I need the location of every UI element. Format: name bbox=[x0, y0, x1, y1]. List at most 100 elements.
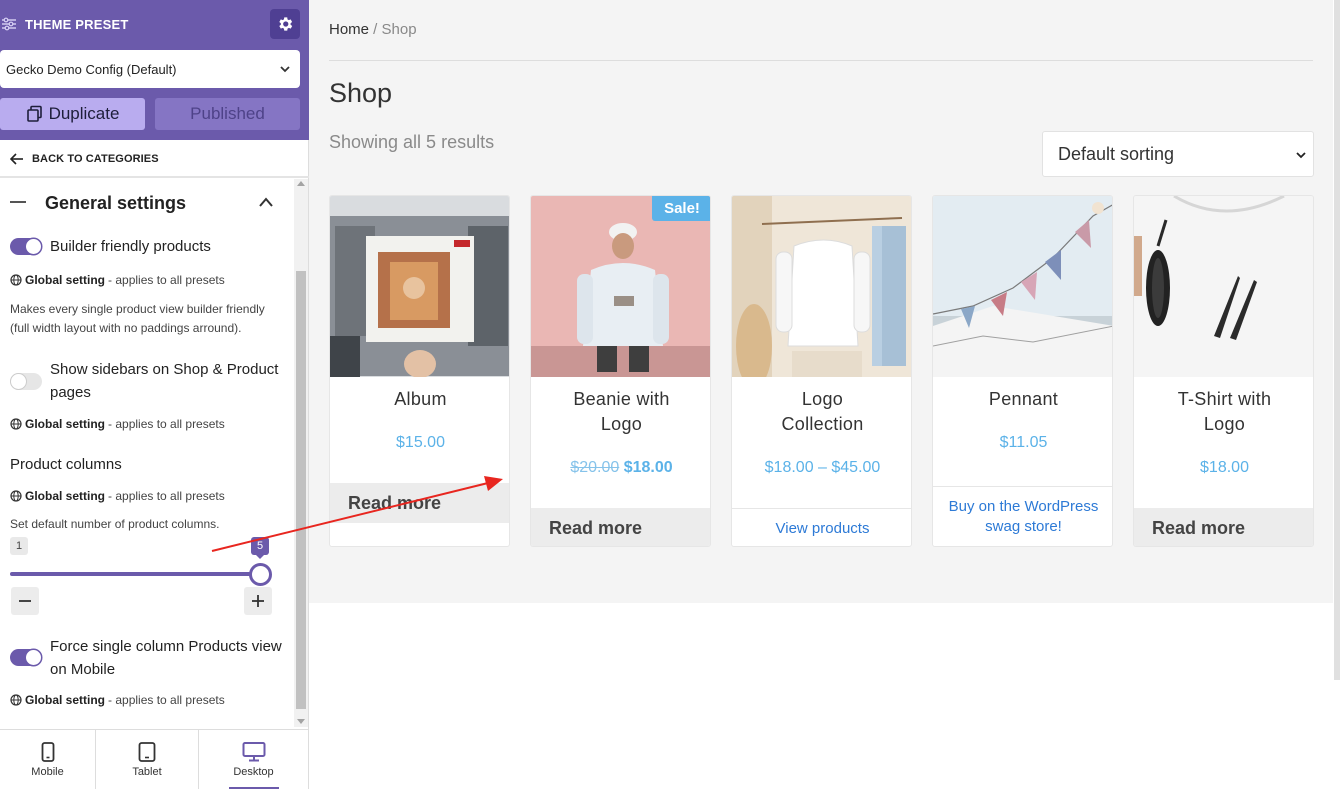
back-to-categories[interactable]: BACK TO CATEGORIES bbox=[0, 140, 309, 178]
show-sidebars-toggle[interactable] bbox=[10, 373, 42, 390]
globe-icon bbox=[10, 694, 22, 706]
view-products-link[interactable]: View products bbox=[732, 508, 911, 546]
builder-friendly-toggle[interactable] bbox=[10, 238, 42, 255]
force-single-column-label: Force single column Products view on Mob… bbox=[50, 635, 282, 681]
read-more-button[interactable]: Read more bbox=[330, 483, 509, 523]
link-line: Buy on the WordPress bbox=[948, 498, 1099, 515]
product-title[interactable]: T-Shirt with Logo bbox=[1142, 387, 1307, 437]
shop-preview: Home / Shop Shop Showing all 5 results D… bbox=[309, 0, 1333, 789]
breadcrumb: Home / Shop bbox=[329, 21, 417, 38]
breadcrumb-current: Shop bbox=[381, 21, 417, 38]
general-settings-header[interactable]: General settings bbox=[0, 179, 294, 225]
sidebar-header-panel: THEME PRESET Gecko Demo Config (Default) bbox=[0, 0, 309, 140]
product-price: $15.00 bbox=[396, 434, 445, 451]
sorting-select[interactable]: Default sorting bbox=[1042, 131, 1314, 177]
product-card-album: Album $15.00 Read more bbox=[329, 195, 510, 547]
increase-columns-button[interactable] bbox=[244, 587, 272, 615]
settings-button[interactable] bbox=[270, 9, 300, 39]
device-tablet-button[interactable]: Tablet bbox=[96, 730, 199, 789]
product-title[interactable]: Logo Collection bbox=[740, 387, 905, 437]
device-desktop-button[interactable]: Desktop bbox=[199, 730, 308, 789]
product-card-tshirt-with-logo: T-Shirt with Logo $18.00 Read more bbox=[1133, 195, 1314, 547]
breadcrumb-home-link[interactable]: Home bbox=[329, 21, 369, 38]
page-scrollbar-track[interactable] bbox=[1334, 0, 1340, 680]
device-mobile-button[interactable]: Mobile bbox=[0, 730, 96, 789]
tablet-icon bbox=[138, 742, 156, 762]
link-line: swag store! bbox=[985, 518, 1062, 535]
global-setting-note: Global setting - applies to all presets bbox=[10, 489, 225, 503]
columns-slider-handle[interactable] bbox=[249, 563, 272, 586]
product-title[interactable]: Album bbox=[338, 387, 503, 412]
chevron-down-icon bbox=[1296, 152, 1306, 159]
scrollbar-thumb[interactable] bbox=[296, 271, 306, 709]
global-setting-text: - applies to all presets bbox=[108, 417, 225, 431]
global-setting-note: Global setting - applies to all presets bbox=[10, 273, 225, 287]
page-scrollbar[interactable] bbox=[1333, 0, 1341, 789]
title-line: T-Shirt with bbox=[1177, 389, 1272, 409]
chevron-up-icon bbox=[259, 197, 273, 207]
read-more-button[interactable]: Read more bbox=[1134, 508, 1313, 546]
duplicate-label: Duplicate bbox=[48, 104, 120, 123]
label-line: Show sidebars on Shop & Product bbox=[50, 361, 279, 378]
product-card-pennant: Pennant $11.05 Buy on the WordPress swag… bbox=[932, 195, 1113, 547]
result-count: Showing all 5 results bbox=[329, 132, 495, 152]
customizer-sidebar: THEME PRESET Gecko Demo Config (Default) bbox=[0, 0, 309, 789]
title-line: Logo bbox=[1203, 414, 1246, 434]
product-title[interactable]: Beanie with Logo bbox=[539, 387, 704, 437]
device-label: Desktop bbox=[233, 766, 274, 778]
published-button[interactable]: Published bbox=[155, 98, 300, 130]
title-line: Pennant bbox=[988, 389, 1059, 409]
plus-icon bbox=[252, 595, 264, 607]
divider bbox=[329, 60, 1313, 61]
decrease-columns-button[interactable] bbox=[11, 587, 39, 615]
read-more-button[interactable]: Read more bbox=[531, 508, 710, 546]
device-label: Tablet bbox=[132, 766, 162, 778]
copy-icon bbox=[26, 105, 42, 122]
regular-price: $20.00 bbox=[570, 459, 620, 476]
album-product-image[interactable] bbox=[330, 196, 510, 377]
sorting-select-value: Default sorting bbox=[1058, 143, 1175, 164]
global-setting-bold: Global setting bbox=[25, 273, 106, 287]
product-columns-label: Product columns bbox=[10, 456, 122, 473]
product-price: $18.00 bbox=[1200, 459, 1249, 476]
back-label: BACK TO CATEGORIES bbox=[32, 153, 159, 165]
global-setting-note: Global setting - applies to all presets bbox=[10, 693, 225, 707]
preset-select-value: Gecko Demo Config (Default) bbox=[6, 61, 177, 77]
arrow-left-icon bbox=[10, 153, 23, 165]
product-title[interactable]: Pennant bbox=[941, 387, 1106, 412]
label-line: pages bbox=[50, 384, 91, 401]
columns-slider-track[interactable] bbox=[10, 572, 260, 576]
description-line: (full width layout with no paddings arro… bbox=[10, 321, 242, 335]
settings-panel: General settings Builder friendly produc… bbox=[0, 179, 294, 727]
slider-min-label: 1 bbox=[10, 537, 28, 555]
duplicate-button[interactable]: Duplicate bbox=[0, 98, 145, 130]
mobile-icon bbox=[41, 742, 54, 762]
force-single-column-toggle[interactable] bbox=[10, 649, 42, 666]
global-setting-bold: Global setting bbox=[25, 417, 106, 431]
beanie-product-image[interactable] bbox=[531, 196, 711, 377]
scroll-up-arrow[interactable] bbox=[297, 181, 305, 186]
sidebar-header: THEME PRESET bbox=[0, 0, 309, 48]
buy-external-link[interactable]: Buy on the WordPress swag store! bbox=[933, 486, 1112, 546]
title-line: Beanie with bbox=[573, 389, 670, 409]
slider-value-bubble: 5 bbox=[251, 537, 269, 559]
product-card-beanie-with-logo: Sale! Beanie with Logo $20.00 $18.00 Rea… bbox=[530, 195, 711, 547]
title-line: Collection bbox=[781, 414, 864, 434]
show-sidebars-label: Show sidebars on Shop & Product pages bbox=[50, 358, 278, 404]
preset-select[interactable]: Gecko Demo Config (Default) bbox=[0, 50, 300, 88]
tshirt-product-image[interactable] bbox=[1134, 196, 1314, 377]
product-price: $11.05 bbox=[999, 434, 1048, 451]
pennant-product-image[interactable] bbox=[933, 196, 1113, 377]
sliders-icon bbox=[2, 17, 16, 31]
logo-collection-product-image[interactable] bbox=[732, 196, 912, 377]
scroll-down-arrow[interactable] bbox=[297, 719, 305, 724]
sidebar-scrollbar[interactable] bbox=[294, 179, 308, 727]
product-price: $20.00 $18.00 bbox=[531, 459, 710, 477]
published-label: Published bbox=[190, 104, 265, 123]
product-columns-description: Set default number of product columns. bbox=[10, 517, 220, 531]
breadcrumb-separator: / bbox=[369, 21, 382, 38]
device-switcher: Mobile Tablet Desktop bbox=[0, 729, 308, 789]
globe-icon bbox=[10, 490, 22, 502]
sidebar-title: THEME PRESET bbox=[25, 17, 129, 32]
gear-icon bbox=[279, 17, 293, 31]
